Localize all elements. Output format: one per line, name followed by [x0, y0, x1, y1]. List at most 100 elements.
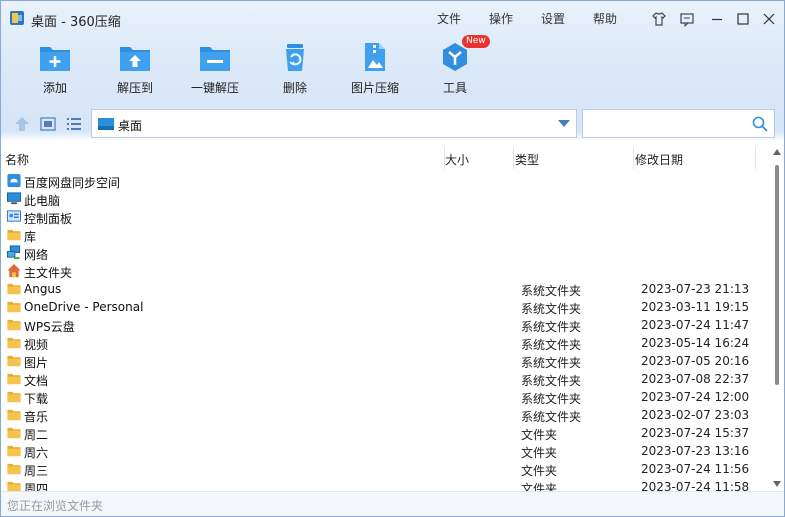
menu-help[interactable]: 帮助 [593, 10, 617, 27]
one-click-extract-icon [200, 47, 230, 71]
file-row[interactable]: 周三 文件夹 2023-07-24 11:56 [1, 460, 771, 478]
file-row[interactable]: 图片 系统文件夹 2023-07-05 20:16 [1, 352, 771, 370]
file-row[interactable]: 控制面板 [1, 208, 771, 226]
file-row[interactable]: 周四 文件夹 2023-07-24 11:58 [1, 478, 771, 491]
file-modified-date: 2023-07-23 21:13 [641, 282, 750, 296]
column-name[interactable]: 名称 [5, 151, 29, 168]
tools-button[interactable]: New 工具 [420, 35, 490, 99]
minimize-icon[interactable] [709, 11, 725, 27]
skin-icon[interactable] [651, 11, 667, 27]
column-modified[interactable]: 修改日期 [635, 151, 683, 168]
extract-to-icon [120, 47, 150, 71]
folder-icon [7, 283, 21, 295]
file-modified-date: 2023-07-24 15:37 [641, 426, 750, 440]
file-name: 控制面板 [24, 212, 73, 226]
delete-label: 删除 [282, 81, 307, 95]
file-type: 系统文件夹 [521, 374, 582, 388]
menu-settings[interactable]: 设置 [541, 10, 565, 27]
image-compress-button[interactable]: 图片压缩 [340, 41, 410, 99]
file-list: 名称 大小 类型 修改日期 百度网盘同步空间 此电脑 控制面板库网络 主文件夹 Angu… [1, 147, 784, 491]
file-name: 视频 [24, 338, 49, 352]
file-name: 图片 [24, 356, 49, 370]
close-icon[interactable] [761, 11, 777, 27]
add-button[interactable]: 添加 [20, 41, 90, 99]
file-row[interactable]: 网络 [1, 244, 771, 262]
add-label: 添加 [42, 81, 67, 95]
new-badge: New [462, 35, 490, 48]
file-row[interactable]: Angus 系统文件夹 2023-07-23 21:13 [1, 280, 771, 298]
tools-label: 工具 [442, 81, 467, 95]
column-divider [513, 147, 514, 169]
search-box[interactable] [582, 109, 775, 138]
file-name: 文档 [24, 374, 49, 388]
file-type: 系统文件夹 [521, 410, 582, 424]
folder-icon [7, 319, 21, 331]
delete-icon [286, 44, 304, 71]
app-logo-icon [10, 11, 24, 25]
folder-icon [7, 427, 21, 439]
column-size[interactable]: 大小 [445, 151, 469, 168]
file-row[interactable]: 周六 文件夹 2023-07-23 13:16 [1, 442, 771, 460]
up-arrow-icon[interactable] [13, 115, 31, 133]
file-modified-date: 2023-03-11 19:15 [641, 300, 750, 314]
search-icon[interactable] [752, 116, 768, 132]
file-name: 百度网盘同步空间 [24, 176, 121, 190]
file-name: Angus [24, 282, 62, 296]
delete-button[interactable]: 删除 [260, 41, 330, 99]
scroll-thumb[interactable] [775, 165, 779, 385]
file-modified-date: 2023-07-24 11:47 [641, 318, 750, 332]
one-click-extract-label: 一键解压 [190, 81, 239, 95]
file-row[interactable]: 此电脑 [1, 190, 771, 208]
folder-icon [7, 391, 21, 403]
add-icon [40, 47, 70, 71]
file-row[interactable]: 视频 系统文件夹 2023-05-14 16:24 [1, 334, 771, 352]
file-row[interactable]: 周二 文件夹 2023-07-24 15:37 [1, 424, 771, 442]
file-row[interactable]: 主文件夹 [1, 262, 771, 280]
column-divider [633, 147, 634, 169]
main-window: 桌面 - 360压缩 文件 操作 设置 帮助 添加 解压到 一键解压 删除 图片… [0, 0, 785, 517]
file-modified-date: 2023-05-14 16:24 [641, 336, 750, 350]
search-input[interactable] [587, 114, 747, 134]
file-name: 音乐 [24, 410, 49, 424]
file-modified-date: 2023-07-05 20:16 [641, 354, 750, 368]
folder-icon [7, 229, 21, 241]
file-name: OneDrive - Personal [24, 300, 144, 314]
one-click-extract-button[interactable]: 一键解压 [180, 41, 250, 99]
desktop-icon [98, 118, 114, 130]
chevron-down-icon[interactable] [558, 120, 570, 128]
file-name: 周三 [24, 464, 49, 478]
file-name: 周二 [24, 428, 49, 442]
file-name: 下载 [24, 392, 49, 406]
file-row[interactable]: 库 [1, 226, 771, 244]
extract-to-button[interactable]: 解压到 [100, 41, 170, 99]
file-type: 系统文件夹 [521, 338, 582, 352]
baidu-cloud-icon [7, 173, 21, 188]
file-name: 主文件夹 [24, 266, 73, 280]
feedback-icon[interactable] [679, 11, 695, 27]
folder-icon [7, 463, 21, 475]
file-row[interactable]: WPS云盘 系统文件夹 2023-07-24 11:47 [1, 316, 771, 334]
folder-icon [7, 373, 21, 385]
file-name: WPS云盘 [24, 320, 75, 334]
file-row[interactable]: 音乐 系统文件夹 2023-02-07 23:03 [1, 406, 771, 424]
file-row[interactable]: 下载 系统文件夹 2023-07-24 12:00 [1, 388, 771, 406]
menu-file[interactable]: 文件 [437, 10, 461, 27]
scroll-down-icon[interactable] [773, 481, 781, 487]
maximize-icon[interactable] [735, 11, 751, 27]
file-name: 网络 [24, 248, 49, 262]
file-row[interactable]: 百度网盘同步空间 [1, 172, 771, 190]
file-type: 系统文件夹 [521, 392, 582, 406]
address-path: 桌面 [118, 119, 143, 133]
column-type[interactable]: 类型 [515, 151, 539, 168]
file-row[interactable]: 文档 系统文件夹 2023-07-08 22:37 [1, 370, 771, 388]
vertical-scrollbar[interactable] [771, 147, 783, 491]
thumbnail-view-icon[interactable] [39, 115, 57, 133]
list-view-icon[interactable] [65, 115, 83, 133]
menu-action[interactable]: 操作 [489, 10, 513, 27]
file-row[interactable]: OneDrive - Personal 系统文件夹 2023-03-11 19:15 [1, 298, 771, 316]
status-text: 您正在浏览文件夹 [7, 499, 104, 513]
file-type: 系统文件夹 [521, 284, 582, 298]
file-rows: 百度网盘同步空间 此电脑控制面板库网络主文件夹 Angus 系统文件夹 2023-07-… [1, 172, 771, 491]
address-bar[interactable]: 桌面 [91, 109, 577, 138]
scroll-up-icon[interactable] [773, 149, 781, 155]
